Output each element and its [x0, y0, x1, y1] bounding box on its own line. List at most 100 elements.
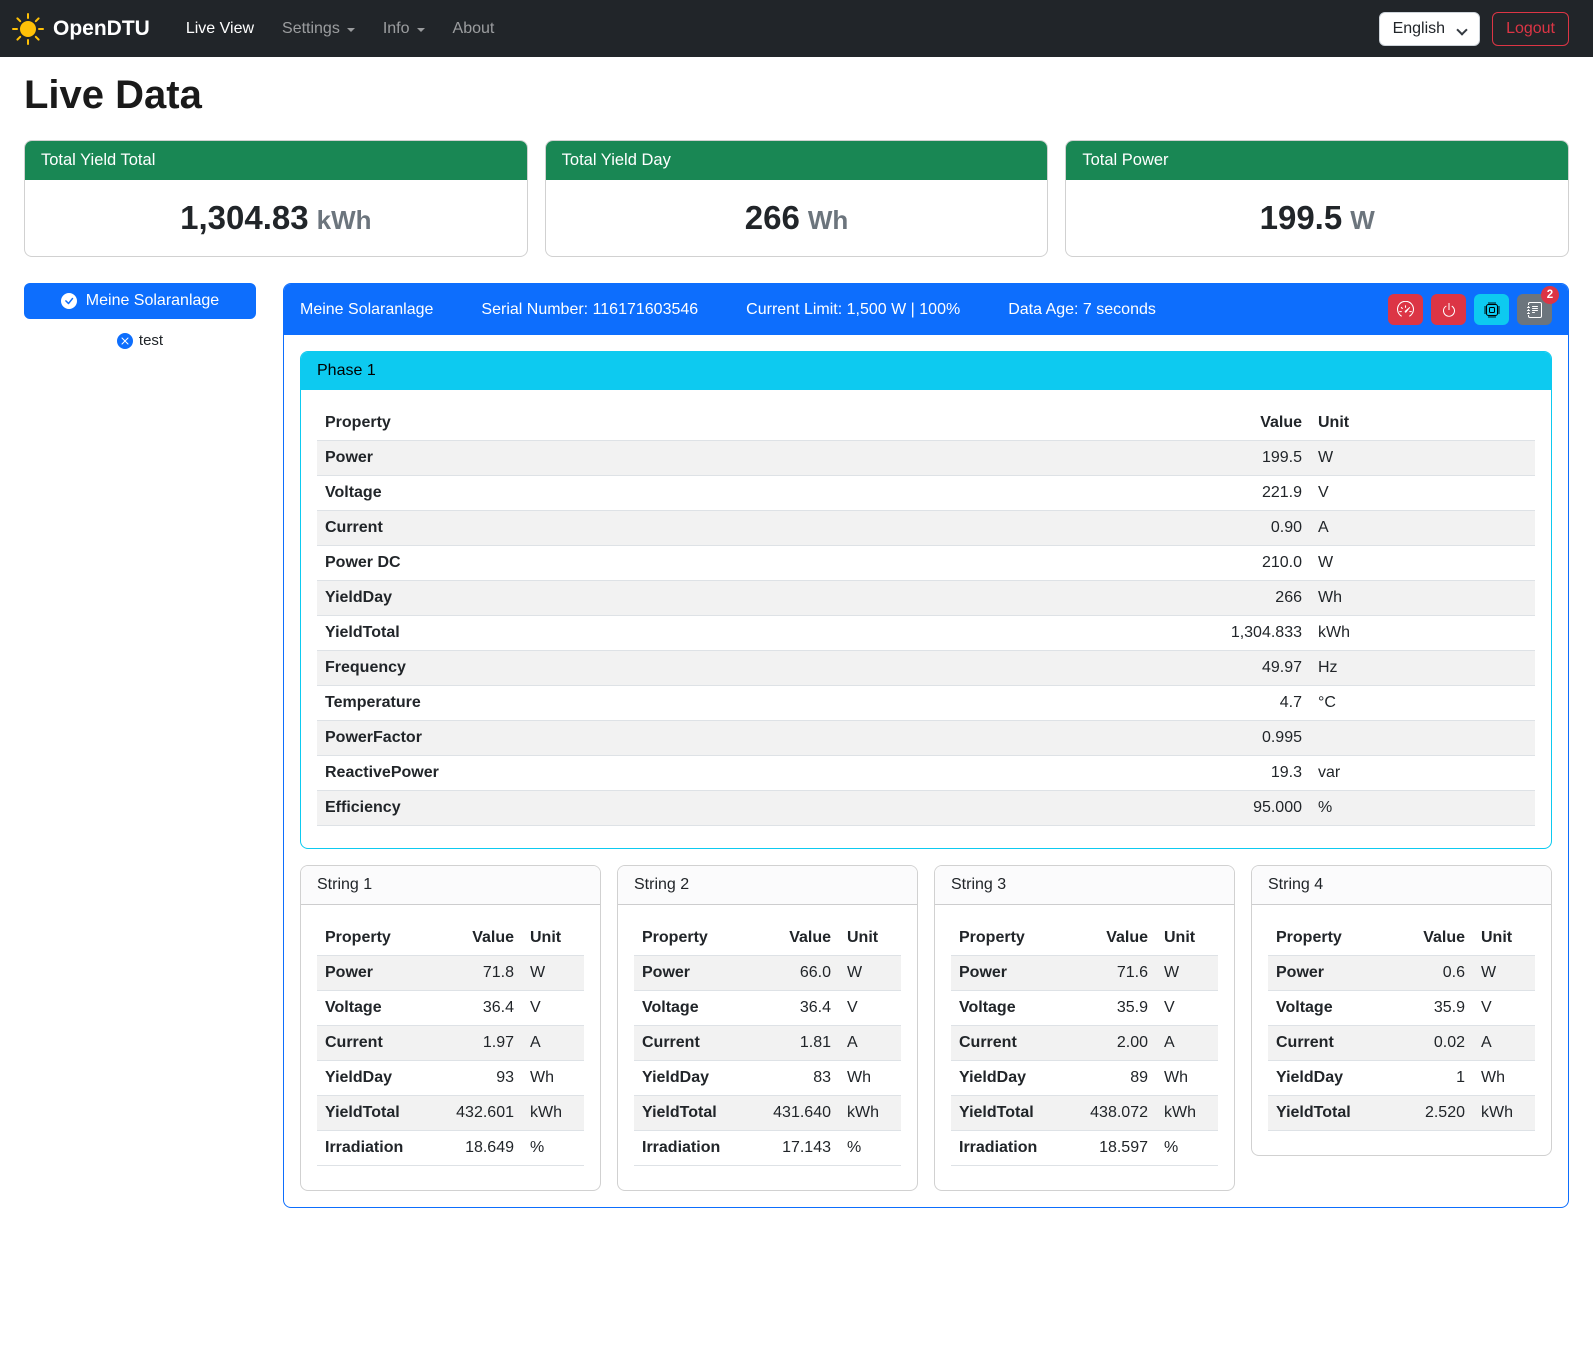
brand-label: OpenDTU — [53, 17, 150, 41]
value-cell: 71.6 — [1066, 956, 1156, 991]
string-title: String 3 — [935, 866, 1234, 905]
serial-number: Serial Number: 116171603546 — [481, 301, 698, 319]
property-cell: Voltage — [634, 991, 749, 1026]
property-cell: Power DC — [317, 546, 911, 581]
unit-cell: kWh — [839, 1096, 901, 1131]
property-cell: Current — [1268, 1026, 1393, 1061]
phase-1-card: Phase 1 PropertyValueUnit Power199.5WVol… — [300, 351, 1552, 849]
value-cell: 83 — [749, 1061, 839, 1096]
property-cell: Voltage — [951, 991, 1066, 1026]
value-cell: 1,304.833 — [911, 616, 1310, 651]
power-button[interactable] — [1431, 294, 1466, 325]
nav-live-view[interactable]: Live View — [172, 12, 268, 46]
table-header-row: PropertyValueUnit — [317, 921, 584, 956]
card-unit: W — [1350, 205, 1375, 235]
property-cell: Power — [951, 956, 1066, 991]
brand[interactable]: OpenDTU — [12, 13, 150, 45]
table-row: YieldDay83Wh — [634, 1061, 901, 1096]
column-header: Value — [911, 406, 1310, 441]
property-cell: Voltage — [1268, 991, 1393, 1026]
inverter-panel: Meine Solaranlage Serial Number: 1161716… — [283, 283, 1569, 1208]
property-cell: Efficiency — [317, 791, 911, 826]
unit-cell: Wh — [1156, 1061, 1218, 1096]
value-cell: 2.520 — [1393, 1096, 1473, 1131]
nav-settings[interactable]: Settings — [268, 12, 369, 46]
table-row: Power199.5W — [317, 441, 1535, 476]
string-2-card: String 2 PropertyValueUnit Power66.0WVol… — [617, 865, 918, 1191]
property-cell: Irradiation — [634, 1131, 749, 1166]
sun-icon — [12, 13, 44, 45]
string-1-table: PropertyValueUnit Power71.8WVoltage36.4V… — [317, 921, 584, 1166]
navbar-right: English Logout — [1379, 12, 1569, 46]
total-yield-day-card: Total Yield Day 266Wh — [545, 140, 1049, 257]
value-cell: 221.9 — [911, 476, 1310, 511]
event-log-button[interactable]: 2 — [1517, 294, 1552, 325]
value-cell: 35.9 — [1393, 991, 1473, 1026]
unit-cell: V — [839, 991, 901, 1026]
page: Live Data Total Yield Total 1,304.83kWh … — [0, 57, 1593, 1238]
unit-cell: kWh — [1310, 616, 1535, 651]
check-circle-icon — [61, 293, 77, 309]
value-cell: 4.7 — [911, 686, 1310, 721]
logout-button[interactable]: Logout — [1492, 12, 1569, 46]
card-title: Total Power — [1066, 141, 1568, 180]
property-cell: YieldTotal — [951, 1096, 1066, 1131]
table-row: Current0.02A — [1268, 1026, 1535, 1061]
property-cell: Power — [634, 956, 749, 991]
value-cell: 36.4 — [432, 991, 522, 1026]
unit-cell: A — [839, 1026, 901, 1061]
inverter-select-button[interactable]: Meine Solaranlage — [24, 283, 256, 319]
string-1-card: String 1 PropertyValueUnit Power71.8WVol… — [300, 865, 601, 1191]
property-cell: YieldDay — [634, 1061, 749, 1096]
property-cell: Current — [634, 1026, 749, 1061]
unit-cell: A — [1310, 511, 1535, 546]
inverter-test-link[interactable]: test — [24, 332, 256, 349]
summary-cards: Total Yield Total 1,304.83kWh Total Yiel… — [24, 140, 1569, 257]
card-value: 1,304.83 — [180, 199, 308, 236]
table-row: YieldTotal1,304.833kWh — [317, 616, 1535, 651]
property-cell: ReactivePower — [317, 756, 911, 791]
phase-title: Phase 1 — [301, 352, 1551, 390]
table-header-row: PropertyValueUnit — [634, 921, 901, 956]
current-limit: Current Limit: 1,500 W | 100% — [746, 301, 960, 319]
property-cell: Current — [317, 511, 911, 546]
unit-cell: W — [1156, 956, 1218, 991]
string-2-table: PropertyValueUnit Power66.0WVoltage36.4V… — [634, 921, 901, 1166]
unit-cell: W — [522, 956, 584, 991]
property-cell: Temperature — [317, 686, 911, 721]
property-cell: Current — [317, 1026, 432, 1061]
language-select[interactable]: English — [1379, 12, 1480, 46]
table-row: Voltage36.4V — [634, 991, 901, 1026]
unit-cell: kWh — [522, 1096, 584, 1131]
test-inverter-label: test — [139, 332, 163, 349]
string-4-card: String 4 PropertyValueUnit Power0.6WVolt… — [1251, 865, 1552, 1156]
unit-cell: V — [1156, 991, 1218, 1026]
table-row: Current2.00A — [951, 1026, 1218, 1061]
unit-cell: °C — [1310, 686, 1535, 721]
device-info-button[interactable] — [1474, 294, 1509, 325]
value-cell: 35.9 — [1066, 991, 1156, 1026]
nav-about[interactable]: About — [439, 12, 509, 46]
navbar: OpenDTU Live View Settings Info About En… — [0, 0, 1593, 57]
table-row: Frequency49.97Hz — [317, 651, 1535, 686]
inverter-sidebar: Meine Solaranlage test — [24, 283, 256, 349]
unit-cell: Wh — [839, 1061, 901, 1096]
property-cell: YieldDay — [951, 1061, 1066, 1096]
value-cell: 210.0 — [911, 546, 1310, 581]
table-row: Power DC210.0W — [317, 546, 1535, 581]
total-yield-total-card: Total Yield Total 1,304.83kWh — [24, 140, 528, 257]
table-row: YieldTotal431.640kWh — [634, 1096, 901, 1131]
value-cell: 1.81 — [749, 1026, 839, 1061]
property-cell: PowerFactor — [317, 721, 911, 756]
column-header: Property — [317, 921, 432, 956]
unit-cell: kWh — [1473, 1096, 1535, 1131]
property-cell: Irradiation — [317, 1131, 432, 1166]
limit-settings-button[interactable] — [1388, 294, 1423, 325]
column-header: Unit — [522, 921, 584, 956]
nav-info[interactable]: Info — [369, 12, 439, 46]
column-header: Value — [1393, 921, 1473, 956]
unit-cell: W — [839, 956, 901, 991]
value-cell: 199.5 — [911, 441, 1310, 476]
unit-cell: % — [839, 1131, 901, 1166]
property-cell: YieldDay — [1268, 1061, 1393, 1096]
